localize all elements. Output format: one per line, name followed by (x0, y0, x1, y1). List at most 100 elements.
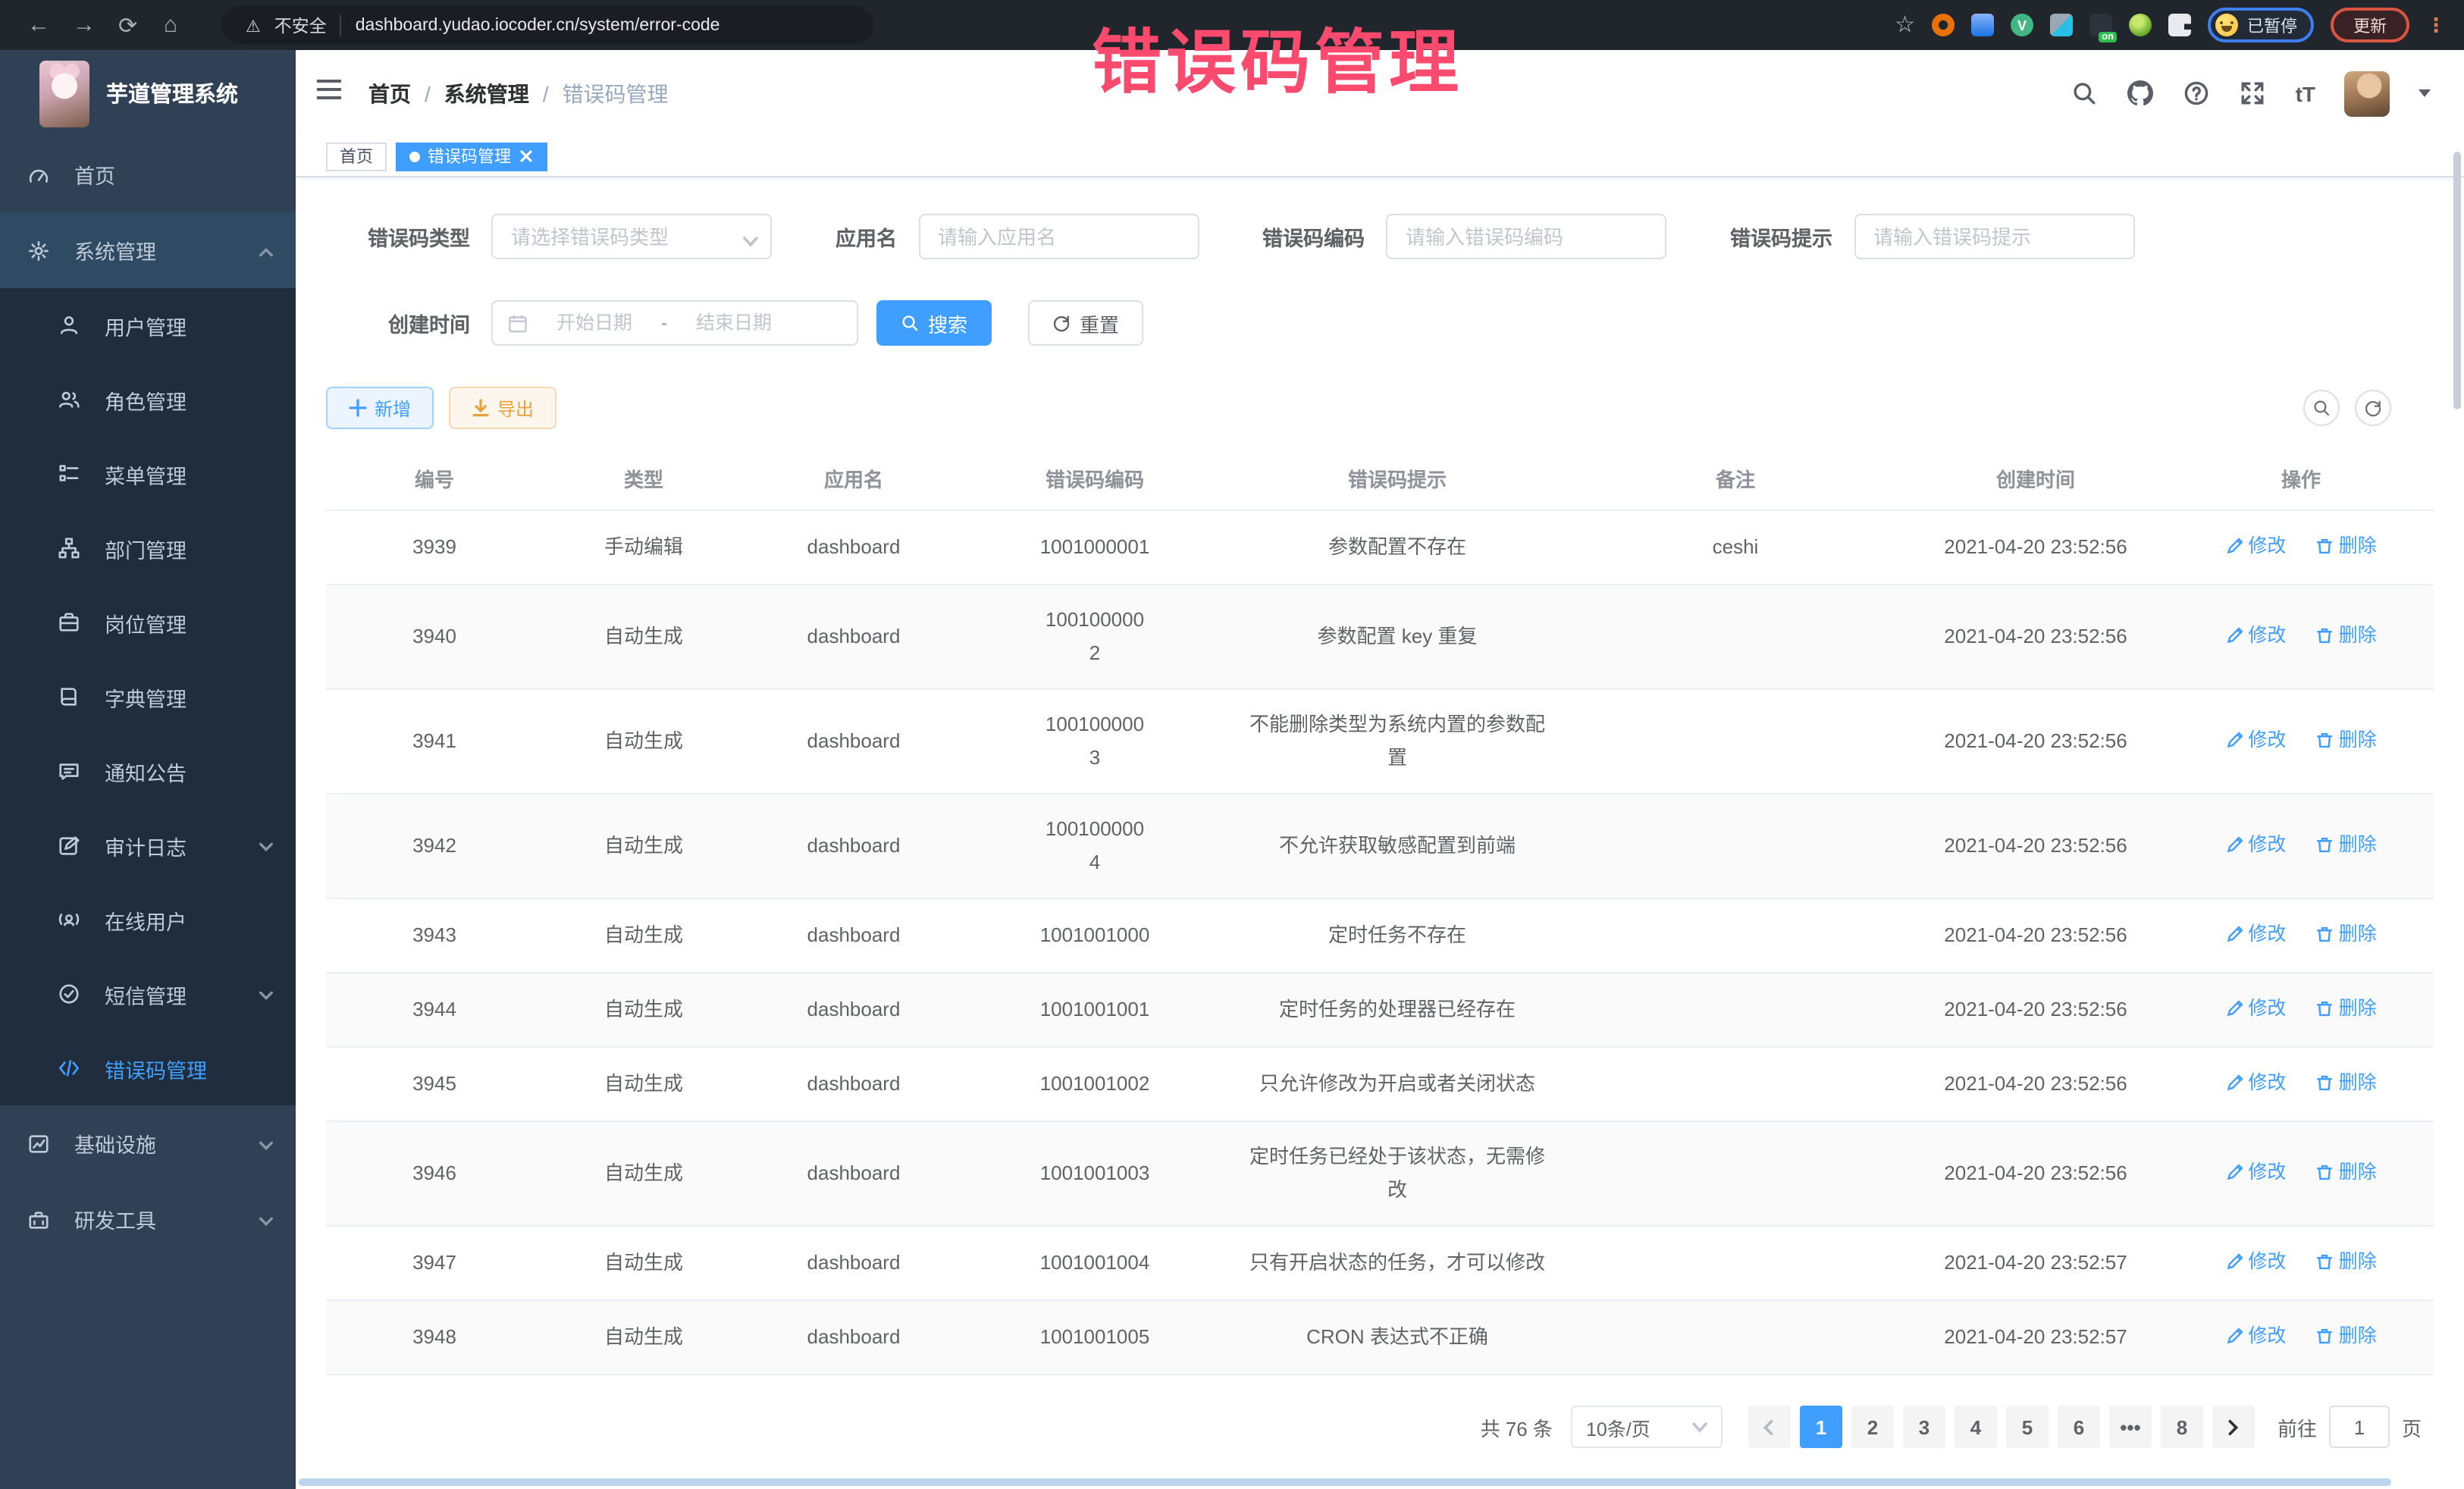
profile-paused-pill[interactable]: 已暂停 (2208, 8, 2314, 42)
tag-close-icon[interactable] (519, 149, 534, 164)
reset-button[interactable]: 重置 (1028, 300, 1143, 346)
help-icon[interactable] (2183, 80, 2211, 107)
address-bar[interactable]: 不安全 dashboard.yudao.iocoder.cn/system/er… (221, 6, 873, 44)
date-range-picker[interactable]: - (491, 300, 858, 346)
sidebar-item-departments[interactable]: 部门管理 (0, 511, 296, 585)
edit-link[interactable]: 修改 (2225, 529, 2286, 563)
page-number-button[interactable]: 4 (1955, 1406, 1997, 1448)
extension-icon-orange[interactable] (1932, 14, 1955, 36)
error-hint-input[interactable] (1854, 214, 2134, 259)
toggle-search-button[interactable] (2303, 390, 2340, 426)
delete-link[interactable]: 删除 (2316, 1066, 2377, 1099)
horizontal-scrollbar[interactable] (299, 1478, 2391, 1486)
date-start-input[interactable] (535, 312, 654, 334)
delete-link[interactable]: 删除 (2316, 828, 2377, 861)
browser-home-icon[interactable] (164, 12, 209, 38)
sidebar-item-menus[interactable]: 菜单管理 (0, 437, 296, 511)
fullscreen-icon[interactable] (2240, 80, 2267, 107)
page-number-button[interactable]: 6 (2058, 1406, 2100, 1448)
sidebar-item-online-users[interactable]: 在线用户 (0, 882, 296, 957)
extension-icon-on-badge[interactable] (2089, 14, 2112, 36)
page-size-select[interactable]: 10条/页 (1571, 1406, 1723, 1448)
edit-link[interactable]: 修改 (2225, 619, 2286, 652)
error-code-input[interactable] (1386, 214, 1666, 259)
goto-page-input[interactable] (2329, 1406, 2390, 1448)
delete-link[interactable]: 删除 (2316, 917, 2377, 951)
sidebar-item-dictionary[interactable]: 字典管理 (0, 660, 296, 734)
sidebar-item-home[interactable]: 首页 (0, 136, 296, 212)
page-number-button[interactable]: ••• (2109, 1406, 2152, 1448)
delete-link[interactable]: 删除 (2316, 529, 2377, 563)
font-size-icon[interactable]: tT (2296, 81, 2315, 105)
bookmark-star-icon[interactable] (1895, 11, 1915, 39)
extension-icon-blue[interactable] (1971, 14, 1994, 36)
extension-icon-diamond[interactable] (2050, 14, 2073, 36)
cell-type: 自动生成 (543, 1139, 745, 1208)
cell-actions: 修改 删除 (2168, 810, 2434, 882)
browser-back-icon[interactable] (27, 12, 73, 38)
vertical-scrollbar[interactable] (2453, 152, 2461, 409)
app-logo[interactable]: 芋道管理系统 (0, 50, 296, 136)
sidebar-item-sms[interactable]: 短信管理 (0, 957, 296, 1031)
main-panel: 首页 / 系统管理 / 错误码管理 (296, 50, 2464, 1489)
sidebar-toggle-icon[interactable] (315, 77, 343, 109)
sidebar-item-dev-tools[interactable]: 研发工具 (0, 1181, 296, 1257)
search-button[interactable]: 搜索 (876, 300, 992, 346)
extensions-puzzle-icon[interactable] (2168, 14, 2191, 36)
chevron-down-icon (258, 837, 274, 854)
sidebar-item-error-code[interactable]: 错误码管理 (0, 1031, 296, 1105)
delete-link[interactable]: 删除 (2316, 1245, 2377, 1278)
page-number-button[interactable]: 2 (1851, 1406, 1894, 1448)
user-menu-caret-icon[interactable] (2419, 89, 2431, 97)
export-button[interactable]: 导出 (449, 387, 556, 429)
error-type-select[interactable] (491, 214, 772, 259)
user-avatar[interactable] (2344, 71, 2390, 116)
tag-home[interactable]: 首页 (326, 142, 387, 171)
edit-link[interactable]: 修改 (2225, 917, 2286, 951)
page-number-button[interactable]: 8 (2161, 1406, 2203, 1448)
delete-link[interactable]: 删除 (2316, 992, 2377, 1025)
sidebar-item-system[interactable]: 系统管理 (0, 212, 296, 288)
page-size-value: 10条/页 (1586, 1412, 1651, 1441)
refresh-table-button[interactable] (2355, 390, 2391, 426)
browser-menu-icon[interactable] (2426, 11, 2446, 39)
sidebar-item-posts[interactable]: 岗位管理 (0, 585, 296, 660)
vue-devtools-extension-icon[interactable] (2011, 14, 2033, 36)
edit-link[interactable]: 修改 (2225, 1245, 2286, 1278)
prev-page-button[interactable] (1748, 1406, 1791, 1448)
tag-error-code[interactable]: 错误码管理 (396, 142, 547, 171)
github-icon[interactable] (2127, 80, 2155, 107)
sidebar-item-roles[interactable]: 角色管理 (0, 362, 296, 437)
breadcrumb-system[interactable]: 系统管理 (444, 78, 529, 108)
sidebar-item-infrastructure[interactable]: 基础设施 (0, 1105, 296, 1181)
edit-link[interactable]: 修改 (2225, 992, 2286, 1025)
delete-link[interactable]: 删除 (2316, 619, 2377, 652)
delete-link[interactable]: 删除 (2316, 1319, 2377, 1353)
delete-link[interactable]: 删除 (2316, 1155, 2377, 1189)
edit-pencil-icon (2225, 1163, 2243, 1181)
extension-icon-green[interactable] (2129, 14, 2152, 36)
breadcrumb-home[interactable]: 首页 (368, 78, 411, 108)
page-number-button[interactable]: 1 (1800, 1406, 1842, 1448)
next-page-button[interactable] (2212, 1406, 2255, 1448)
edit-link[interactable]: 修改 (2225, 1155, 2286, 1189)
edit-link[interactable]: 修改 (2225, 1319, 2286, 1353)
sidebar-item-audit-log[interactable]: 审计日志 (0, 808, 296, 882)
page-number-button[interactable]: 5 (2006, 1406, 2049, 1448)
sidebar-item-users[interactable]: 用户管理 (0, 288, 296, 362)
edit-link[interactable]: 修改 (2225, 828, 2286, 861)
error-type-select-input[interactable] (491, 214, 772, 259)
app-name-input[interactable] (918, 214, 1199, 259)
add-button[interactable]: 新增 (326, 387, 434, 429)
browser-reload-icon[interactable] (118, 11, 164, 39)
browser-forward-icon[interactable] (73, 12, 118, 38)
page-number-button[interactable]: 3 (1903, 1406, 1945, 1448)
sidebar-item-notices[interactable]: 通知公告 (0, 734, 296, 808)
header-search-icon[interactable] (2071, 80, 2099, 107)
date-end-input[interactable] (675, 312, 793, 334)
delete-link[interactable]: 删除 (2316, 723, 2377, 757)
cell-code: 1001001005 (963, 1302, 1227, 1372)
edit-link[interactable]: 修改 (2225, 1066, 2286, 1099)
browser-update-button[interactable]: 更新 (2331, 8, 2409, 42)
edit-link[interactable]: 修改 (2225, 723, 2286, 757)
